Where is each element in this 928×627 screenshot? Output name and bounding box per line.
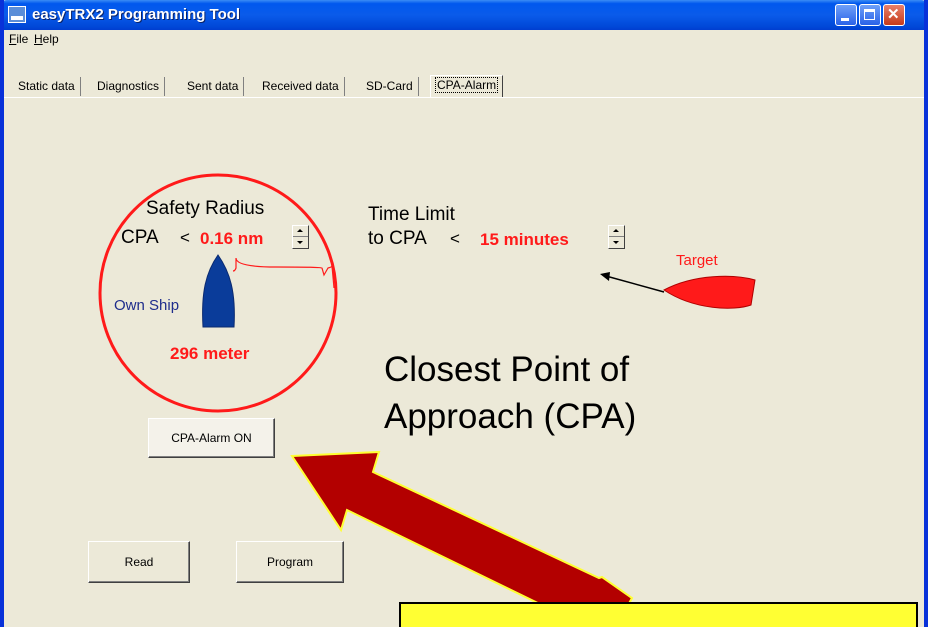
program-button[interactable]: Program [236, 541, 344, 583]
safety-radius-title: Safety Radius [146, 198, 265, 219]
meter-value: 296 meter [170, 344, 250, 363]
read-button[interactable]: Read [88, 541, 190, 583]
pointer-arrow [290, 450, 634, 627]
own-ship-label: Own Ship [114, 297, 180, 314]
cpa-alarm-button[interactable]: CPA-Alarm ON [148, 418, 275, 458]
cpa-less-than: < [180, 228, 190, 247]
time-limit-to-cpa: to CPA [368, 228, 427, 249]
own-ship-icon [202, 254, 235, 328]
target-label: Target [676, 252, 718, 269]
app-window: easyTRX2 Programming Tool File Help Stat… [0, 0, 928, 627]
radius-brace [232, 257, 335, 289]
heading-line-2: Approach (CPA) [384, 397, 637, 436]
target-ship-icon [663, 275, 756, 309]
heading-line-1: Closest Point of [384, 350, 630, 389]
time-limit-spinner[interactable] [608, 225, 625, 249]
time-limit-value: 15 minutes [480, 230, 569, 249]
cpa-label: CPA [121, 227, 159, 248]
target-heading-arrowhead [600, 272, 610, 281]
time-limit-less-than: < [450, 229, 460, 248]
cpa-spinner[interactable] [292, 225, 309, 249]
callout-box [399, 602, 918, 627]
target-heading-line [605, 275, 665, 293]
cpa-value: 0.16 nm [200, 229, 264, 248]
time-limit-title: Time Limit [368, 204, 455, 225]
